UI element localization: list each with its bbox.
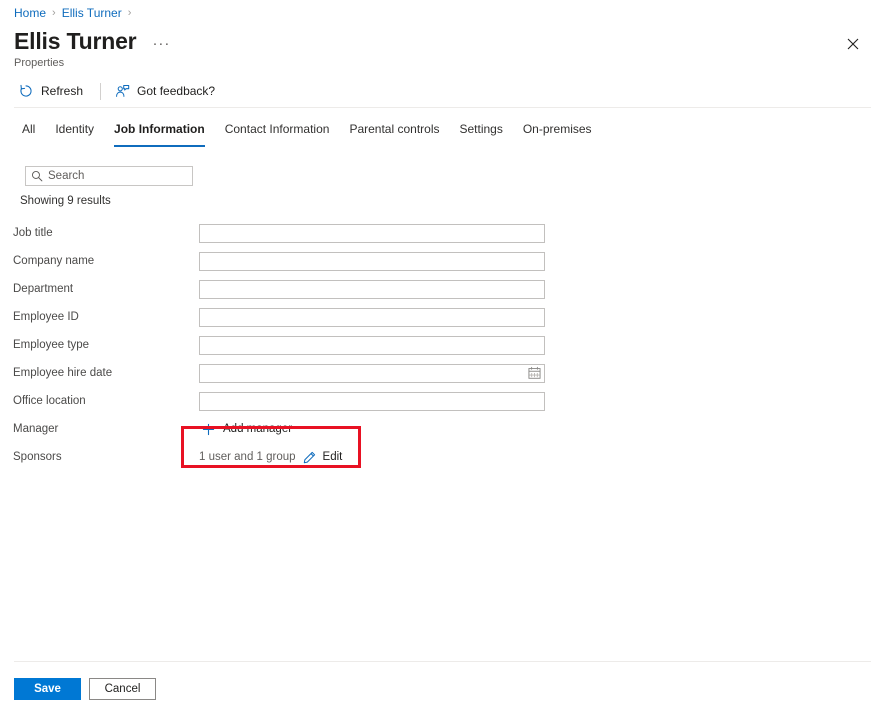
form-row-sponsors: Sponsors 1 user and 1 group Edit	[0, 426, 883, 471]
got-feedback-label: Got feedback?	[137, 84, 216, 98]
manager-label: Manager	[13, 423, 59, 435]
search-box[interactable]	[25, 166, 193, 186]
employee-id-label: Employee ID	[13, 311, 79, 323]
got-feedback-button[interactable]: Got feedback?	[110, 80, 223, 102]
page-header: Ellis Turner ···	[14, 27, 172, 55]
employee-hire-date-input[interactable]	[199, 363, 545, 383]
close-button[interactable]	[839, 30, 867, 58]
employee-type-input[interactable]	[199, 335, 545, 355]
form-row-company-name: Company name	[0, 247, 883, 275]
results-count: Showing 9 results	[20, 195, 111, 207]
form-row-employee-id: Employee ID	[0, 303, 883, 331]
plus-icon	[201, 422, 215, 436]
employee-hire-date-label: Employee hire date	[13, 367, 113, 379]
breadcrumb-item-ellis-turner[interactable]: Ellis Turner	[62, 5, 122, 21]
command-bar: Refresh Got feedback?	[14, 80, 223, 102]
refresh-label: Refresh	[41, 84, 84, 98]
header-divider	[14, 107, 871, 108]
feedback-person-icon	[114, 83, 130, 99]
job-title-input[interactable]	[199, 223, 545, 243]
refresh-button[interactable]: Refresh	[14, 80, 91, 102]
footer-actions: Save Cancel	[14, 678, 156, 700]
search-icon	[26, 170, 48, 182]
more-options-icon[interactable]: ···	[150, 36, 172, 51]
tab-contact-information[interactable]: Contact Information	[215, 119, 340, 147]
tab-all[interactable]: All	[12, 119, 45, 147]
employee-hire-date-picker[interactable]	[199, 363, 545, 383]
tab-identity[interactable]: Identity	[45, 119, 104, 147]
job-information-form: Job title Company name Department Employ…	[0, 219, 883, 471]
pencil-edit-icon	[303, 450, 317, 464]
employee-type-label: Employee type	[13, 339, 90, 351]
tab-job-information[interactable]: Job Information	[104, 119, 215, 147]
sponsors-edit-label: Edit	[322, 451, 343, 463]
form-row-department: Department	[0, 275, 883, 303]
sponsors-count-text: 1 user and 1 group	[199, 451, 296, 463]
pivot-tabs: All Identity Job Information Contact Inf…	[12, 119, 602, 151]
form-row-manager: Manager Add manager	[0, 415, 883, 443]
department-label: Department	[13, 283, 74, 295]
search-input[interactable]	[48, 168, 192, 184]
employee-id-input[interactable]	[199, 307, 545, 327]
company-name-label: Company name	[13, 255, 95, 267]
office-location-label: Office location	[13, 395, 86, 407]
tab-settings[interactable]: Settings	[449, 119, 512, 147]
page-title: Ellis Turner	[14, 28, 137, 54]
office-location-input[interactable]	[199, 391, 545, 411]
refresh-icon	[18, 83, 34, 99]
cancel-button[interactable]: Cancel	[89, 678, 156, 700]
job-title-label: Job title	[13, 227, 53, 239]
tab-parental-controls[interactable]: Parental controls	[339, 119, 449, 147]
form-row-employee-hire-date: Employee hire date	[0, 359, 883, 387]
form-row-office-location: Office location	[0, 387, 883, 415]
add-manager-label: Add manager	[223, 423, 293, 435]
save-button[interactable]: Save	[14, 678, 81, 700]
form-row-employee-type: Employee type	[0, 331, 883, 359]
breadcrumb-separator-icon: ›	[127, 7, 132, 19]
sponsors-value: 1 user and 1 group Edit	[199, 449, 342, 465]
add-manager-button[interactable]: Add manager	[199, 419, 294, 439]
form-row-job-title: Job title	[0, 219, 883, 247]
sponsors-label: Sponsors	[13, 451, 62, 463]
breadcrumb-separator-icon: ›	[52, 7, 56, 19]
footer-divider	[14, 661, 871, 662]
calendar-icon[interactable]	[527, 366, 542, 381]
tab-on-premises[interactable]: On-premises	[513, 119, 602, 147]
department-input[interactable]	[199, 279, 545, 299]
breadcrumb: Home › Ellis Turner ›	[14, 5, 131, 21]
close-icon	[847, 38, 859, 50]
page-subtitle: Properties	[14, 57, 65, 69]
breadcrumb-item-home[interactable]: Home	[14, 5, 46, 21]
command-bar-divider	[100, 82, 102, 100]
sponsors-edit-button[interactable]: Edit	[303, 449, 343, 465]
company-name-input[interactable]	[199, 251, 545, 271]
